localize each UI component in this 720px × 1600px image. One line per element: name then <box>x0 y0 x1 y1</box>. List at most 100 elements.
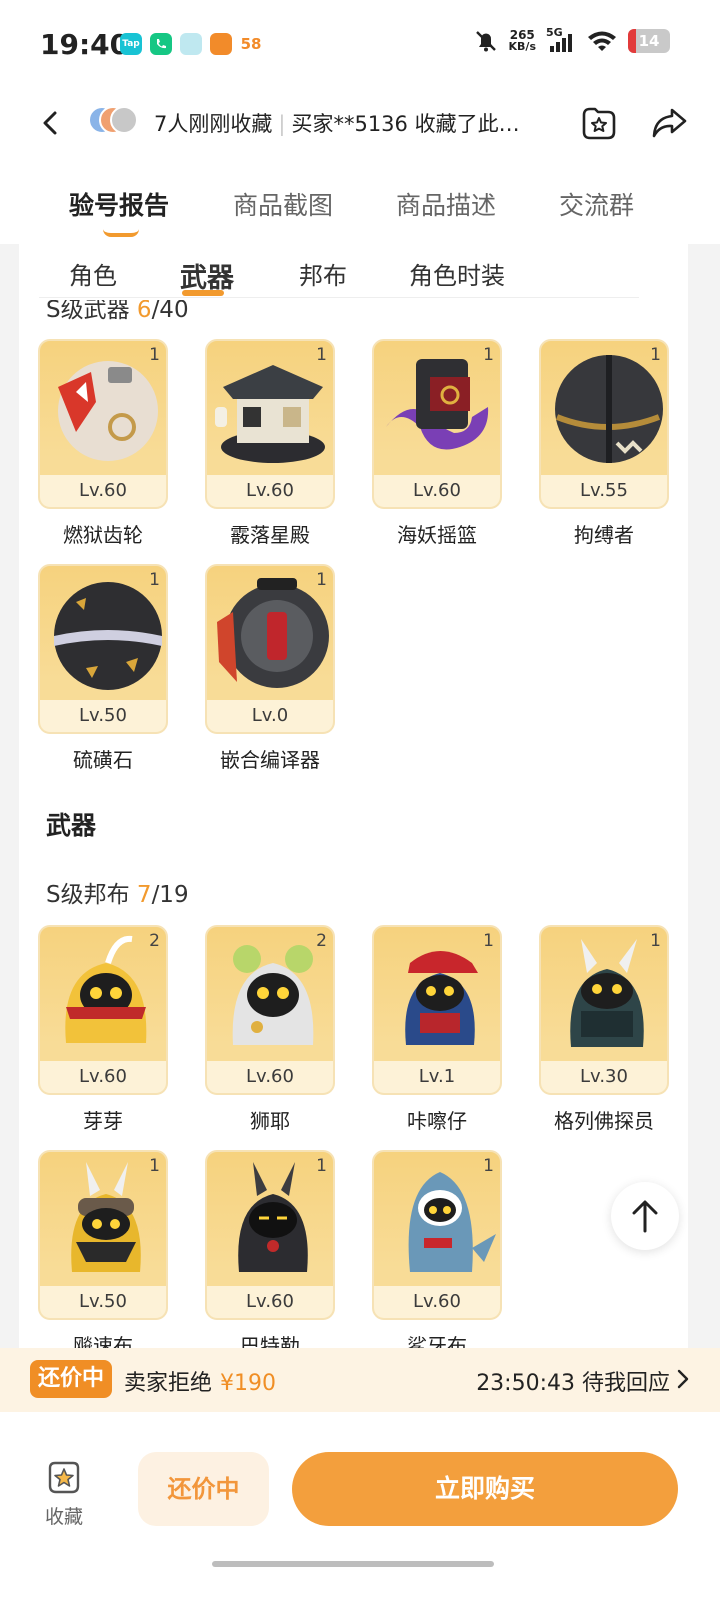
item-name: 飚速布 <box>73 1334 133 1348</box>
bangboo-item[interactable]: 2 Lv.60 芽芽 <box>38 925 168 1134</box>
wifi-icon <box>588 31 616 51</box>
bargain-badge: 还价中 <box>30 1360 113 1398</box>
scroll-top-button[interactable] <box>611 1182 679 1250</box>
bargain-status: 卖家拒绝 ¥190 <box>124 1371 277 1396</box>
bangboo-item[interactable]: 1 Lv.60 巴特勒 <box>205 1150 335 1348</box>
clock: 19:40 <box>40 28 130 61</box>
bargain-bar[interactable]: 还价中 卖家拒绝 ¥190 23:50:43 待我回应 <box>0 1348 720 1412</box>
item-thumb: 1 Lv.50 <box>38 1150 168 1320</box>
bangboo-item[interactable]: 1 Lv.30 格列佛探员 <box>539 925 669 1134</box>
divider: | <box>278 112 286 136</box>
tab-description[interactable]: 商品描述 <box>396 186 496 222</box>
weapon-item[interactable]: 1 Lv.50 硫磺石 <box>38 564 168 773</box>
bangboo-yaya-image <box>65 935 147 1043</box>
item-thumb: 1 Lv.60 <box>205 1150 335 1320</box>
item-thumb: 1 Lv.60 <box>205 339 335 509</box>
subtab-outfits[interactable]: 角色时装 <box>409 256 505 291</box>
item-level: Lv.50 <box>40 700 166 732</box>
mute-bell-icon <box>475 31 496 52</box>
item-name: 海妖摇篮 <box>397 523 477 547</box>
item-thumb: 2 Lv.60 <box>205 925 335 1095</box>
item-thumb: 1 Lv.55 <box>539 339 669 509</box>
item-count: 1 <box>483 1156 494 1176</box>
counter-offer-button[interactable]: 还价中 <box>138 1452 269 1526</box>
favorite-folder-icon[interactable] <box>580 104 618 142</box>
weapon-item[interactable]: 1 Lv.0 嵌合编译器 <box>205 564 335 773</box>
item-level: Lv.1 <box>374 1061 500 1093</box>
bangboo-gulliver-image <box>570 939 644 1047</box>
item-name: 格列佛探员 <box>554 1109 654 1133</box>
item-level: Lv.50 <box>40 1286 166 1318</box>
item-level: Lv.60 <box>40 1061 166 1093</box>
watcher-avatars <box>88 106 140 136</box>
weapon-house-image <box>215 365 325 463</box>
item-count: 1 <box>316 1156 327 1176</box>
weapon-compiler-image <box>217 578 329 688</box>
favorite-label: 收藏 <box>44 1506 83 1528</box>
message-app-icon <box>180 33 202 55</box>
watch-notice: 7人刚刚收藏 | 买家**5136 收藏了此… <box>154 112 520 136</box>
58-app-icon: 58 <box>240 35 262 53</box>
weapon-sulfur-image <box>54 582 162 690</box>
item-name: 狮耶 <box>250 1109 290 1133</box>
item-name: 燃狱齿轮 <box>63 523 143 547</box>
chevron-right-icon <box>677 1369 689 1389</box>
item-count: 1 <box>316 570 327 590</box>
active-tab-indicator <box>103 229 139 237</box>
item-thumb: 2 Lv.60 <box>38 925 168 1095</box>
item-thumb: 1 Lv.0 <box>205 564 335 734</box>
weapon-item[interactable]: 1 Lv.60 霰落星殿 <box>205 339 335 548</box>
bargain-countdown: 23:50:43 待我回应 <box>476 1371 670 1396</box>
tab-screenshots[interactable]: 商品截图 <box>233 186 333 222</box>
bangboo-shiye-image <box>232 945 314 1045</box>
item-count: 2 <box>316 931 327 951</box>
net-speed: 265 KB/s <box>508 28 536 53</box>
item-name: 拘缚者 <box>574 523 634 547</box>
bangboo-kachazai-image <box>405 951 478 1045</box>
top-nav: 7人刚刚收藏 | 买家**5136 收藏了此… <box>0 90 720 170</box>
favorite-button[interactable]: 收藏 <box>38 1460 90 1529</box>
item-name: 霰落星殿 <box>230 523 310 547</box>
share-icon[interactable] <box>650 104 688 142</box>
item-level: Lv.0 <box>207 700 333 732</box>
item-level: Lv.60 <box>207 475 333 507</box>
weapon-item[interactable]: 1 Lv.60 海妖摇篮 <box>372 339 502 548</box>
item-level: Lv.30 <box>541 1061 667 1093</box>
s-bangboo-title: S级邦布 7/19 <box>46 882 189 908</box>
tab-group[interactable]: 交流群 <box>559 186 634 222</box>
system-icons: 265 KB/s 5G 14 <box>473 26 670 54</box>
item-level: Lv.55 <box>541 475 667 507</box>
subtab-bangboo[interactable]: 邦布 <box>299 256 347 291</box>
home-indicator <box>212 1561 494 1567</box>
signal-icon: 5G <box>546 26 576 54</box>
item-thumb: 1 Lv.30 <box>539 925 669 1095</box>
status-bar: 19:40 Tap 58 265 KB/s 5G 14 <box>0 0 720 90</box>
back-arrow-icon[interactable] <box>36 108 66 138</box>
item-count: 1 <box>149 570 160 590</box>
buy-now-button[interactable]: 立即购买 <box>292 1452 678 1526</box>
notification-icons: Tap 58 <box>120 33 262 55</box>
sub-tabs: 角色 武器 邦布 角色时装 <box>19 244 688 300</box>
item-thumb: 1 Lv.50 <box>38 564 168 734</box>
bangboo-item[interactable]: 1 Lv.60 鲨牙布 <box>372 1150 502 1348</box>
bangboo-item[interactable]: 1 Lv.50 飚速布 <box>38 1150 168 1348</box>
item-count: 1 <box>149 345 160 365</box>
bangboo-item[interactable]: 2 Lv.60 狮耶 <box>205 925 335 1134</box>
item-count: 1 <box>650 931 661 951</box>
item-thumb: 1 Lv.60 <box>372 1150 502 1320</box>
bangboo-shark-image <box>408 1172 496 1272</box>
item-level: Lv.60 <box>374 475 500 507</box>
bargain-price: ¥190 <box>220 1371 277 1396</box>
bottom-action-bar: 收藏 还价中 立即购买 <box>0 1412 720 1600</box>
report-card: 角色 武器 邦布 角色时装 S级武器 6/40 1 Lv.60 燃狱齿轮 1 L… <box>19 244 688 1348</box>
game-app-icon <box>210 33 232 55</box>
weapon-item[interactable]: 1 Lv.55 拘缚者 <box>539 339 669 548</box>
bangboo-item[interactable]: 1 Lv.1 咔嚓仔 <box>372 925 502 1134</box>
subtab-characters[interactable]: 角色 <box>69 256 117 291</box>
weapon-item[interactable]: 1 Lv.60 燃狱齿轮 <box>38 339 168 548</box>
item-count: 1 <box>316 345 327 365</box>
item-thumb: 1 Lv.60 <box>38 339 168 509</box>
tab-report[interactable]: 验号报告 <box>69 186 169 222</box>
avatar <box>110 106 138 134</box>
item-count: 1 <box>650 345 661 365</box>
